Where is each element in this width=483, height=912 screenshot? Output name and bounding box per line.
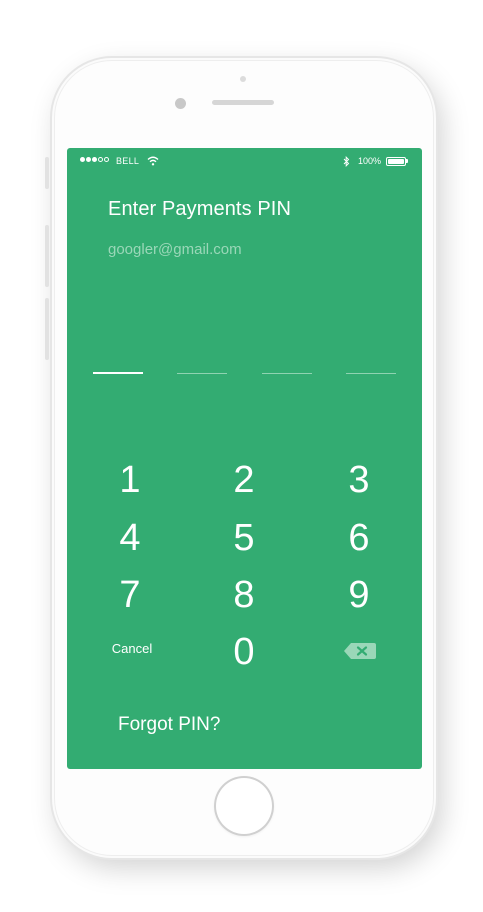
- account-email: googler@gmail.com: [108, 241, 242, 258]
- mute-switch: [45, 157, 49, 189]
- key-3[interactable]: 3: [319, 458, 399, 502]
- backspace-icon[interactable]: [342, 640, 378, 662]
- key-9[interactable]: 9: [319, 573, 399, 617]
- key-8[interactable]: 8: [204, 573, 284, 617]
- carrier-label: BELL: [116, 156, 140, 166]
- status-bar: BELL 100%: [67, 148, 422, 174]
- earpiece-speaker: [212, 100, 274, 105]
- key-7[interactable]: 7: [90, 573, 170, 617]
- key-6[interactable]: 6: [319, 516, 399, 560]
- front-camera: [175, 98, 186, 109]
- key-5[interactable]: 5: [204, 516, 284, 560]
- signal-dots-icon: [80, 157, 109, 162]
- battery-percent: 100%: [358, 156, 382, 166]
- pin-slot-2: [177, 373, 227, 374]
- battery-icon: [386, 157, 406, 166]
- forgot-pin-link[interactable]: Forgot PIN?: [118, 714, 220, 736]
- home-button[interactable]: [214, 776, 274, 836]
- volume-up-button: [45, 225, 49, 287]
- screen: BELL 100% Enter Payments PIN googler@gma…: [67, 148, 422, 769]
- pin-slot-3: [262, 373, 312, 374]
- key-1[interactable]: 1: [90, 458, 170, 502]
- wifi-icon: [147, 156, 159, 166]
- key-2[interactable]: 2: [204, 458, 284, 502]
- key-4[interactable]: 4: [90, 516, 170, 560]
- key-0[interactable]: 0: [204, 630, 284, 674]
- page-title: Enter Payments PIN: [108, 198, 291, 220]
- pin-slot-1: [93, 372, 143, 374]
- bluetooth-icon: [343, 156, 350, 167]
- proximity-sensor: [240, 76, 246, 82]
- cancel-button[interactable]: Cancel: [97, 641, 167, 656]
- pin-slot-4: [346, 373, 396, 374]
- battery-tip: [406, 159, 408, 163]
- volume-down-button: [45, 298, 49, 360]
